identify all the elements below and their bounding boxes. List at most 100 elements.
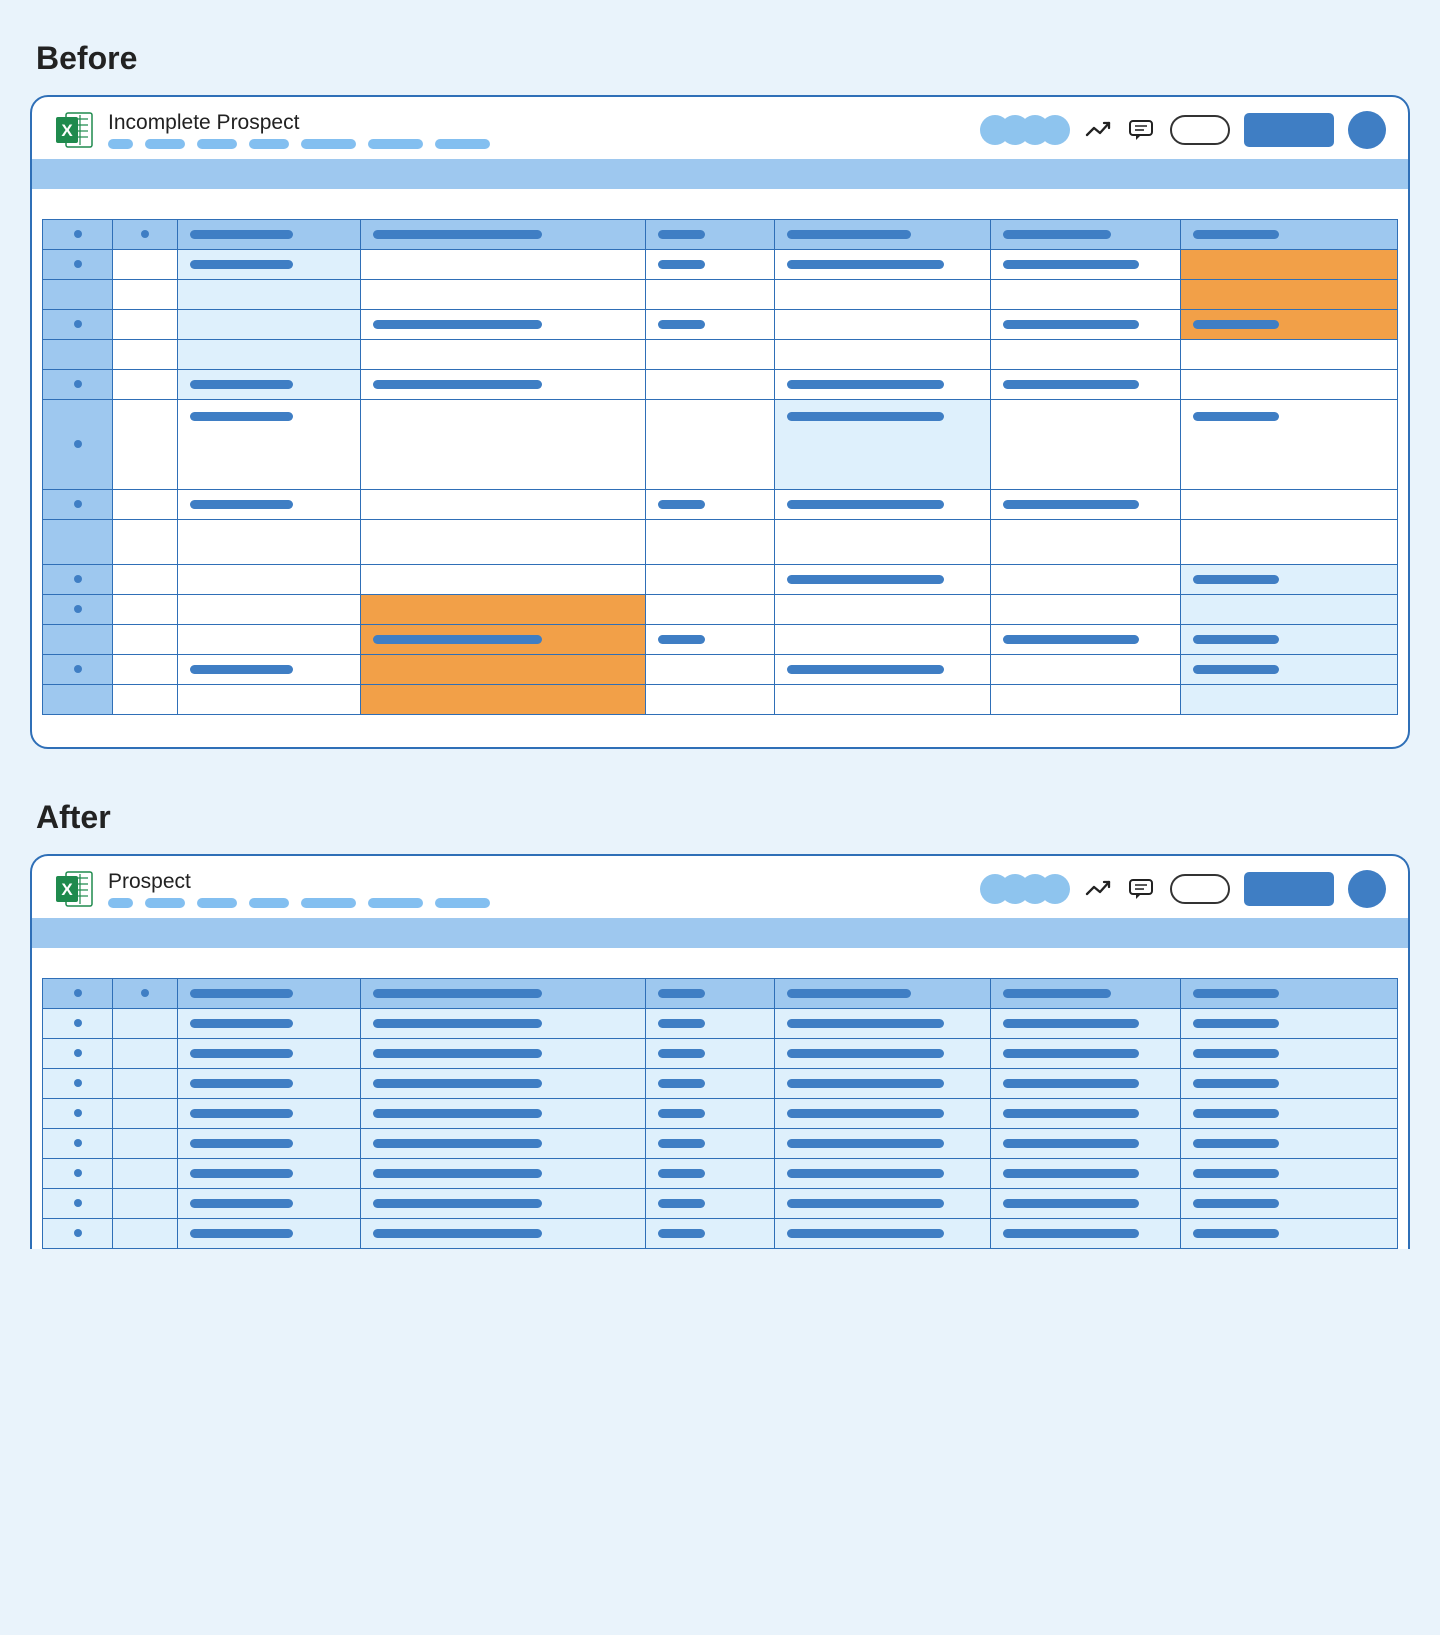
cell[interactable] <box>178 520 361 565</box>
cell[interactable] <box>774 1189 991 1219</box>
cell[interactable] <box>178 1069 361 1099</box>
cell[interactable] <box>1181 310 1398 340</box>
cell[interactable] <box>774 400 991 490</box>
cell[interactable] <box>991 625 1181 655</box>
cell[interactable] <box>113 1009 178 1039</box>
cell[interactable] <box>361 625 646 655</box>
cell[interactable] <box>113 1219 178 1249</box>
cell[interactable] <box>774 310 991 340</box>
cell[interactable] <box>1181 1129 1398 1159</box>
breadcrumb-pill[interactable] <box>145 898 185 908</box>
profile-circle[interactable] <box>1348 111 1386 149</box>
cell[interactable] <box>178 370 361 400</box>
after-spreadsheet[interactable] <box>42 978 1398 1249</box>
comment-icon[interactable] <box>1128 877 1156 901</box>
cell[interactable] <box>991 490 1181 520</box>
trend-icon[interactable] <box>1084 118 1114 142</box>
cell[interactable] <box>361 490 646 520</box>
cell[interactable] <box>178 685 361 715</box>
cell[interactable] <box>361 685 646 715</box>
cell[interactable] <box>1181 250 1398 280</box>
breadcrumb-pill[interactable] <box>249 139 289 149</box>
cell[interactable] <box>991 655 1181 685</box>
cell[interactable] <box>991 520 1181 565</box>
cell[interactable] <box>178 1009 361 1039</box>
cell[interactable] <box>774 565 991 595</box>
breadcrumb-pill[interactable] <box>301 898 356 908</box>
cell[interactable] <box>178 340 361 370</box>
cell[interactable] <box>113 490 178 520</box>
breadcrumb-pill[interactable] <box>435 898 490 908</box>
cell[interactable] <box>991 310 1181 340</box>
cell[interactable] <box>991 685 1181 715</box>
cell[interactable] <box>1181 400 1398 490</box>
cell[interactable] <box>991 1039 1181 1069</box>
cell[interactable] <box>774 1099 991 1129</box>
cell[interactable] <box>113 1129 178 1159</box>
cell[interactable] <box>113 685 178 715</box>
breadcrumb-pill[interactable] <box>435 139 490 149</box>
cell[interactable] <box>178 1129 361 1159</box>
cell[interactable] <box>361 250 646 280</box>
cell[interactable] <box>361 655 646 685</box>
cell[interactable] <box>645 370 774 400</box>
breadcrumb-pill[interactable] <box>197 898 237 908</box>
cell[interactable] <box>178 625 361 655</box>
cell[interactable] <box>113 340 178 370</box>
cell[interactable] <box>645 1099 774 1129</box>
cell[interactable] <box>1181 1039 1398 1069</box>
cell[interactable] <box>113 1069 178 1099</box>
cell[interactable] <box>113 1099 178 1129</box>
cell[interactable] <box>991 1129 1181 1159</box>
cell[interactable] <box>774 625 991 655</box>
cell[interactable] <box>113 1189 178 1219</box>
cell[interactable] <box>361 1159 646 1189</box>
oval-button[interactable] <box>1170 874 1230 904</box>
breadcrumb-pill[interactable] <box>249 898 289 908</box>
cell[interactable] <box>361 595 646 625</box>
cell[interactable] <box>991 1009 1181 1039</box>
cell[interactable] <box>645 250 774 280</box>
cell[interactable] <box>178 490 361 520</box>
cell[interactable] <box>1181 655 1398 685</box>
cell[interactable] <box>178 250 361 280</box>
breadcrumb-pill[interactable] <box>108 139 133 149</box>
primary-button[interactable] <box>1244 113 1334 147</box>
breadcrumb-pill[interactable] <box>368 139 423 149</box>
cell[interactable] <box>1181 625 1398 655</box>
cell[interactable] <box>113 280 178 310</box>
cell[interactable] <box>113 625 178 655</box>
cell[interactable] <box>361 370 646 400</box>
cell[interactable] <box>113 595 178 625</box>
cell[interactable] <box>178 1189 361 1219</box>
cell[interactable] <box>361 520 646 565</box>
cell[interactable] <box>113 565 178 595</box>
cell[interactable] <box>1181 370 1398 400</box>
before-spreadsheet[interactable] <box>42 219 1398 715</box>
cell[interactable] <box>178 1159 361 1189</box>
cell[interactable] <box>1181 1069 1398 1099</box>
cell[interactable] <box>1181 490 1398 520</box>
cell[interactable] <box>991 565 1181 595</box>
cell[interactable] <box>991 1159 1181 1189</box>
cell[interactable] <box>774 1219 991 1249</box>
cell[interactable] <box>1181 595 1398 625</box>
comment-icon[interactable] <box>1128 118 1156 142</box>
cell[interactable] <box>178 400 361 490</box>
cell[interactable] <box>774 520 991 565</box>
cell[interactable] <box>645 520 774 565</box>
cell[interactable] <box>361 1099 646 1129</box>
cell[interactable] <box>178 310 361 340</box>
cell[interactable] <box>361 280 646 310</box>
cell[interactable] <box>991 595 1181 625</box>
profile-circle[interactable] <box>1348 870 1386 908</box>
cell[interactable] <box>113 370 178 400</box>
cell[interactable] <box>113 250 178 280</box>
oval-button[interactable] <box>1170 115 1230 145</box>
cell[interactable] <box>1181 1189 1398 1219</box>
cell[interactable] <box>645 280 774 310</box>
trend-icon[interactable] <box>1084 877 1114 901</box>
cell[interactable] <box>645 625 774 655</box>
cell[interactable] <box>645 400 774 490</box>
cell[interactable] <box>774 490 991 520</box>
